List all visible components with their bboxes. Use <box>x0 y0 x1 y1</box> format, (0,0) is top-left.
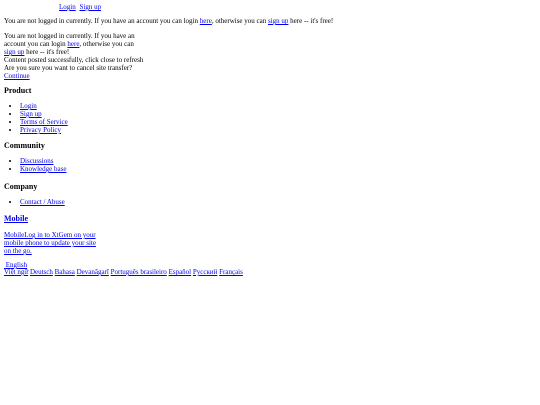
lang-german[interactable]: Deutsch <box>30 268 53 276</box>
product-heading: Product <box>4 86 32 95</box>
lang-french[interactable]: Français <box>219 268 243 276</box>
lang-vietnamese[interactable]: Việt ngữ <box>4 268 28 276</box>
login-notice-2: You are not logged in currently. If you … <box>4 32 144 56</box>
mobile-promo: MobileLog in to XtGem on your mobile pho… <box>4 231 104 255</box>
notice-text-2: , otherwise you can <box>211 17 268 25</box>
footer-login-link[interactable]: Login <box>20 102 37 110</box>
lang-bahasa[interactable]: Bahasa <box>55 268 75 276</box>
list-item: Knowledge base <box>20 165 66 173</box>
posted-message: Content posted successfully, click close… <box>4 56 144 64</box>
cancel-transfer-question: Are you sure you want to cancel site tra… <box>4 64 133 72</box>
list-item: Privacy Policy <box>20 126 68 134</box>
list-item: Terms of Service <box>20 118 68 126</box>
company-heading: Company <box>4 182 38 191</box>
privacy-link[interactable]: Privacy Policy <box>20 126 61 134</box>
discussions-link[interactable]: Discussions <box>20 157 53 165</box>
terms-link[interactable]: Terms of Service <box>20 118 68 126</box>
company-list: Contact / Abuse <box>4 198 65 206</box>
notice2-here-link[interactable]: here <box>67 40 79 48</box>
lang-devanagari[interactable]: Devanāgarī <box>77 268 109 276</box>
mobile-heading-link[interactable]: Mobile <box>4 214 28 223</box>
notice-block: You are not logged in currently. If you … <box>4 32 144 80</box>
top-login-link[interactable]: Login <box>59 3 76 11</box>
notice2-text-3: here -- it's free! <box>24 48 70 56</box>
notice2-signup-link[interactable]: sign up <box>4 48 24 56</box>
list-item: Sign up <box>20 110 68 118</box>
notice-text-1: You are not logged in currently. If you … <box>4 17 200 25</box>
list-item: Contact / Abuse <box>20 198 65 206</box>
notice-text-3: here -- it's free! <box>288 17 334 25</box>
notice-here-link[interactable]: here <box>200 17 212 25</box>
list-item: Login <box>20 102 68 110</box>
top-signup-link[interactable]: Sign up <box>79 3 101 11</box>
contact-abuse-link[interactable]: Contact / Abuse <box>20 198 65 206</box>
language-list: Việt ngữ Deutsch Bahasa Devanāgarī Portu… <box>4 268 243 276</box>
knowledge-base-link[interactable]: Knowledge base <box>20 165 66 173</box>
lang-spanish[interactable]: Español <box>169 268 192 276</box>
top-nav: Login Sign up <box>59 3 103 11</box>
notice-signup-link[interactable]: sign up <box>268 17 288 25</box>
notice2-text-2: , otherwise you can <box>79 40 134 48</box>
community-list: Discussions Knowledge base <box>4 157 66 173</box>
community-heading: Community <box>4 141 45 150</box>
lang-portuguese[interactable]: Português brasileiro <box>111 268 167 276</box>
continue-link[interactable]: Continue <box>4 72 30 80</box>
footer-signup-link[interactable]: Sign up <box>20 110 42 118</box>
product-list: Login Sign up Terms of Service Privacy P… <box>4 102 68 134</box>
mobile-promo-link[interactable]: MobileLog in to XtGem on your mobile pho… <box>4 231 96 255</box>
lang-russian[interactable]: Русский <box>193 268 218 276</box>
login-notice: You are not logged in currently. If you … <box>4 17 333 25</box>
mobile-heading: Mobile <box>4 214 28 224</box>
list-item: Discussions <box>20 157 66 165</box>
